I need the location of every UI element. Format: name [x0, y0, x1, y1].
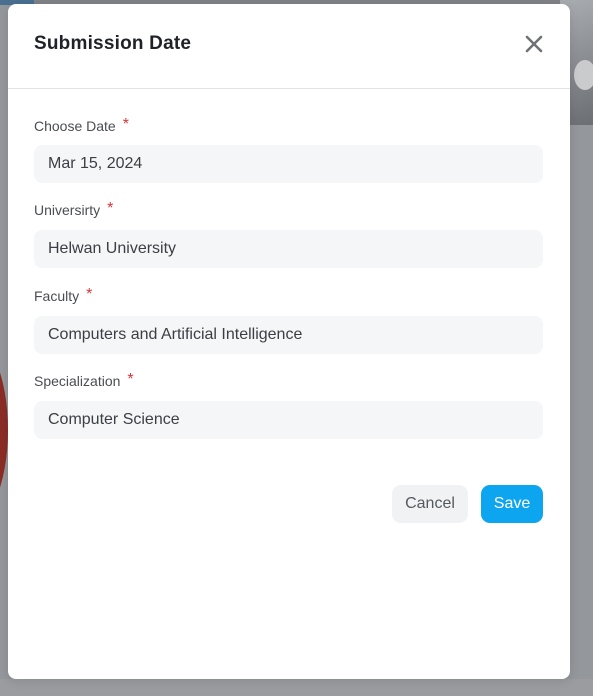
- choose-date-label: Choose Date *: [34, 116, 129, 136]
- faculty-field-value: Computers and Artificial Intelligence: [48, 326, 303, 343]
- university-label-text: Universirty: [34, 202, 101, 218]
- dialog-title: Submission Date: [34, 33, 192, 54]
- university-field[interactable]: Helwan University: [34, 230, 543, 268]
- date-field-value: Mar 15, 2024: [48, 155, 143, 172]
- background-footer: [0, 679, 593, 696]
- required-indicator: *: [86, 286, 93, 303]
- cancel-button[interactable]: Cancel: [392, 485, 468, 523]
- required-indicator: *: [107, 200, 114, 217]
- save-button[interactable]: Save: [481, 485, 543, 523]
- specialization-field[interactable]: Computer Science: [34, 401, 543, 439]
- faculty-label: Faculty *: [34, 286, 93, 306]
- date-field[interactable]: Mar 15, 2024: [34, 145, 543, 183]
- faculty-label-text: Faculty: [34, 288, 80, 304]
- close-icon: [525, 35, 543, 53]
- specialization-label-text: Specialization: [34, 373, 121, 389]
- specialization-label: Specialization *: [34, 371, 134, 391]
- university-label: Universirty *: [34, 200, 114, 220]
- faculty-field[interactable]: Computers and Artificial Intelligence: [34, 316, 543, 354]
- dialog-header: Submission Date: [8, 4, 570, 89]
- close-button[interactable]: [520, 30, 548, 58]
- submission-date-dialog: Submission Date Choose Date * Mar 15, 202…: [8, 4, 570, 679]
- required-indicator: *: [122, 116, 129, 133]
- university-field-value: Helwan University: [48, 240, 177, 257]
- choose-date-label-text: Choose Date: [34, 118, 116, 134]
- specialization-field-value: Computer Science: [48, 411, 180, 428]
- required-indicator: *: [127, 371, 134, 388]
- background-decoration: [0, 330, 8, 530]
